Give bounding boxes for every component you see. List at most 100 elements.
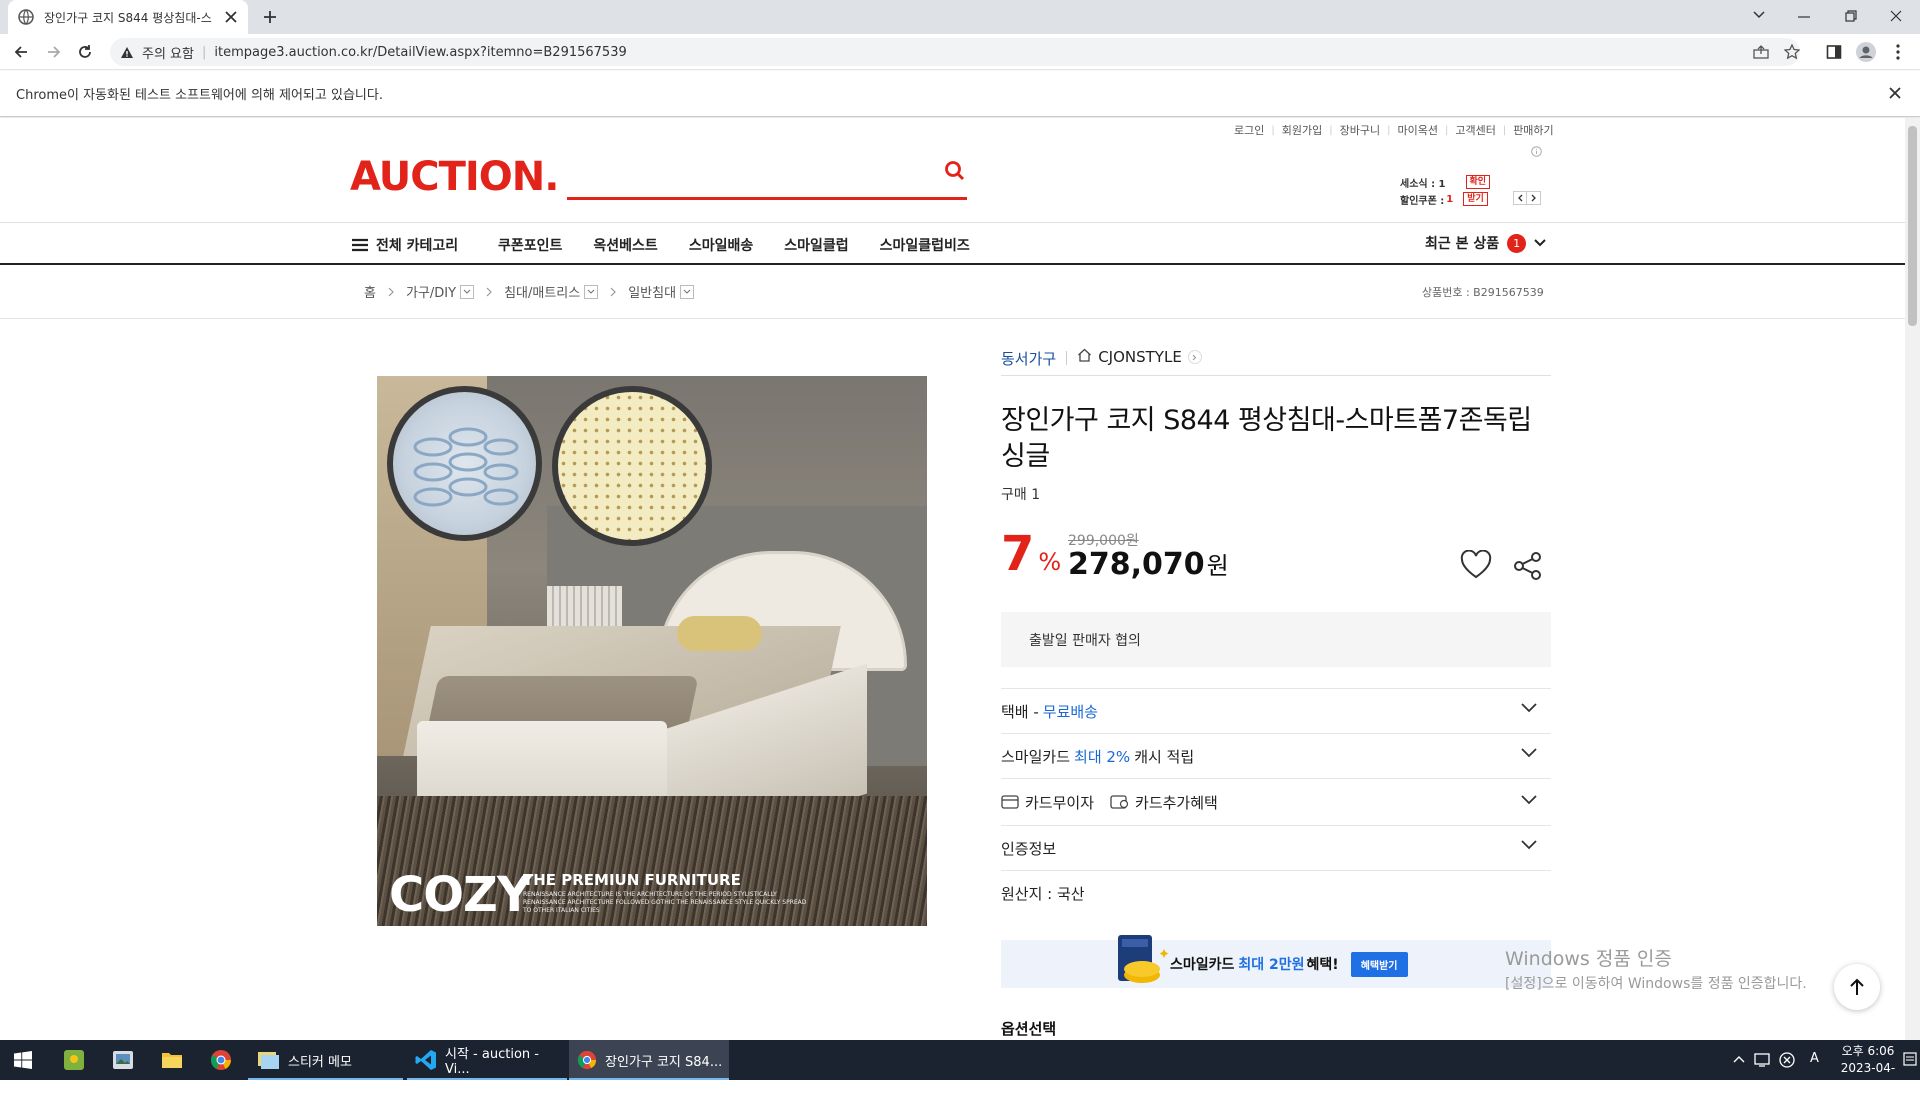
forward-icon[interactable] xyxy=(46,44,62,60)
gnb-menu: 쿠폰포인트 옥션베스트 스마일배송 스마일클럽 스마일클럽비즈 xyxy=(498,235,1001,255)
card-installment-label: 카드무이자 xyxy=(1025,793,1095,812)
certification-row[interactable]: 인증정보 xyxy=(1001,826,1551,871)
breadcrumb-separator-icon xyxy=(610,287,617,297)
recent-viewed-button[interactable]: 최근 본 상품 1 xyxy=(1425,233,1546,253)
warning-icon[interactable] xyxy=(120,46,134,59)
option-select-heading: 옵션선택 xyxy=(1001,1020,1057,1038)
gnb-menu-item[interactable]: 스마일클럽비즈 xyxy=(880,235,970,255)
next-arrow-icon[interactable] xyxy=(1527,191,1541,205)
breadcrumb-item[interactable]: 일반침대 xyxy=(628,282,695,301)
breadcrumb-divider xyxy=(0,318,1905,319)
breadcrumb-dropdown-icon[interactable] xyxy=(584,284,599,299)
breadcrumb-dropdown-icon[interactable] xyxy=(680,284,695,299)
minimize-icon[interactable] xyxy=(1798,16,1810,18)
maps-app-icon[interactable] xyxy=(63,1049,85,1071)
product-image[interactable]: COZY THE PREMIUN FURNITURE RENAISSANCE A… xyxy=(377,376,927,926)
purchase-count: 구매 1 xyxy=(1001,487,1041,503)
latex-foam-inset xyxy=(552,386,712,546)
breadcrumb-home[interactable]: 홈 xyxy=(364,282,376,301)
prev-arrow-icon[interactable] xyxy=(1513,191,1527,205)
back-icon[interactable] xyxy=(13,44,29,60)
breadcrumb-separator-icon xyxy=(388,287,394,297)
coupon-label: 할인쿠폰 : xyxy=(1400,195,1445,207)
clock-date: 2023-04-26 xyxy=(1840,1061,1896,1092)
image-caption-main: COZY xyxy=(389,867,532,923)
gnb-menu-item[interactable]: 스마일배송 xyxy=(689,235,753,255)
notification-icon[interactable] xyxy=(1903,1052,1917,1068)
shop-name-link[interactable]: 동서가구 xyxy=(1001,348,1056,369)
restore-icon[interactable] xyxy=(1845,10,1857,22)
taskbar-app-vscode[interactable]: 시작 - auction - Vi... xyxy=(407,1040,567,1080)
browser-toolbar: 주의 요함 | itempage3.auction.co.kr/DetailVi… xyxy=(0,34,1920,70)
util-link[interactable]: 고객센터 xyxy=(1455,122,1495,138)
bookmark-star-icon[interactable] xyxy=(1784,44,1800,60)
util-link[interactable]: 장바구니 xyxy=(1340,122,1380,138)
auction-logo[interactable]: AUCTION. xyxy=(350,154,559,200)
reload-icon[interactable] xyxy=(77,44,93,60)
breadcrumb-item[interactable]: 침대/매트리스 xyxy=(504,282,599,301)
search-icon[interactable] xyxy=(944,160,966,182)
coupon-get-button[interactable]: 받기 xyxy=(1463,192,1488,206)
security-label[interactable]: 주의 요함 xyxy=(142,43,194,62)
gnb-menu-item[interactable]: 스마일클럽 xyxy=(784,235,848,255)
network-icon[interactable] xyxy=(1754,1052,1772,1068)
file-explorer-icon[interactable] xyxy=(161,1050,183,1070)
banner-benefit-button[interactable]: 혜택받기 xyxy=(1350,951,1408,977)
gnb-menu-item[interactable]: 옥션베스트 xyxy=(593,235,657,255)
brand-link[interactable]: CJONSTYLE xyxy=(1098,348,1182,366)
chevron-down-icon xyxy=(1521,703,1537,713)
breadcrumb-dropdown-icon[interactable] xyxy=(460,284,475,299)
share-sns-icon[interactable] xyxy=(1513,551,1543,581)
card-benefit-row[interactable]: 카드무이자 카드추가혜택 xyxy=(1001,779,1551,826)
item-number: 상품번호 : B291567539 xyxy=(1422,286,1544,299)
breadcrumb-item[interactable]: 가구/DIY xyxy=(406,282,475,301)
util-link[interactable]: 회원가입 xyxy=(1282,122,1322,138)
tab-close-icon[interactable] xyxy=(224,10,238,24)
util-link[interactable]: 판매하기 xyxy=(1513,122,1553,138)
smilecard-banner[interactable]: 스마일카드 최대 2만원 혜택! 혜택받기 xyxy=(1001,935,1551,988)
tab-search-chevron-icon[interactable] xyxy=(1752,10,1766,20)
scroll-top-button[interactable] xyxy=(1834,964,1880,1010)
smilecard-row[interactable]: 스마일카드 최대 2% 캐시 적립 xyxy=(1001,734,1551,779)
side-panel-icon[interactable] xyxy=(1826,44,1842,60)
scrollbar-thumb[interactable] xyxy=(1908,126,1917,326)
taskbar-app-chrome[interactable]: 장인가구 코지 S84... xyxy=(569,1040,729,1080)
windows-start-icon[interactable] xyxy=(14,1051,32,1069)
info-icon[interactable] xyxy=(1531,146,1542,157)
heart-icon[interactable] xyxy=(1460,550,1492,580)
volume-muted-icon[interactable] xyxy=(1779,1052,1795,1068)
window-close-icon[interactable] xyxy=(1890,10,1902,22)
brand-arrow-icon[interactable] xyxy=(1187,350,1202,364)
url-text[interactable]: itempage3.auction.co.kr/DetailView.aspx?… xyxy=(214,45,626,60)
ime-indicator[interactable]: A xyxy=(1810,1051,1819,1066)
browser-tab-active[interactable]: 장인가구 코지 S844 평상침대-스 xyxy=(8,0,248,34)
page-scrollbar[interactable] xyxy=(1905,118,1920,1040)
news-box: 세소식 : 1 확인 할인쿠폰 : 1 받기 xyxy=(1400,174,1491,208)
coupon-count: 1 xyxy=(1446,193,1454,205)
delivery-row[interactable]: 택배 - 무료배송 xyxy=(1001,689,1551,734)
chrome-icon xyxy=(577,1050,597,1070)
tab-title: 장인가구 코지 S844 평상침대-스 xyxy=(44,10,212,25)
new-tab-icon[interactable] xyxy=(262,9,278,25)
photos-app-icon[interactable] xyxy=(112,1049,134,1071)
recent-count-badge: 1 xyxy=(1507,233,1527,253)
news-check-button[interactable]: 확인 xyxy=(1465,175,1491,189)
chrome-app-icon[interactable] xyxy=(210,1049,232,1071)
menu-kebab-icon[interactable] xyxy=(1896,44,1900,60)
taskbar-clock[interactable]: 오후 6:06 2023-04-26 xyxy=(1838,1043,1898,1094)
util-link[interactable]: 로그인 xyxy=(1234,122,1264,138)
infobar-close-icon[interactable] xyxy=(1889,87,1901,99)
profile-icon[interactable] xyxy=(1856,42,1876,62)
taskbar-app-sticky-notes[interactable]: 스티커 메모 xyxy=(248,1040,403,1080)
gnb-menu-item[interactable]: 쿠폰포인트 xyxy=(498,235,562,255)
search-input[interactable] xyxy=(567,178,967,200)
tray-chevron-up-icon[interactable] xyxy=(1733,1055,1745,1063)
share-icon[interactable] xyxy=(1753,45,1769,59)
address-bar[interactable]: 주의 요함 | itempage3.auction.co.kr/DetailVi… xyxy=(110,38,1800,66)
util-link[interactable]: 마이옥션 xyxy=(1397,122,1437,138)
page-viewport: 로그인 | 회원가입 | 장바구니 | 마이옥션 | 고객센터 | 판매하기 AUCTION. 세소… xyxy=(0,118,1905,1040)
automation-infobar: Chrome이 자동화된 테스트 소프트웨어에 의해 제어되고 있습니다. xyxy=(0,71,1920,117)
image-caption-sub: THE PREMIUN FURNITURE xyxy=(523,871,741,889)
arrow-up-icon xyxy=(1849,978,1865,996)
all-category-button[interactable]: 전체 카테고리 xyxy=(352,235,458,255)
